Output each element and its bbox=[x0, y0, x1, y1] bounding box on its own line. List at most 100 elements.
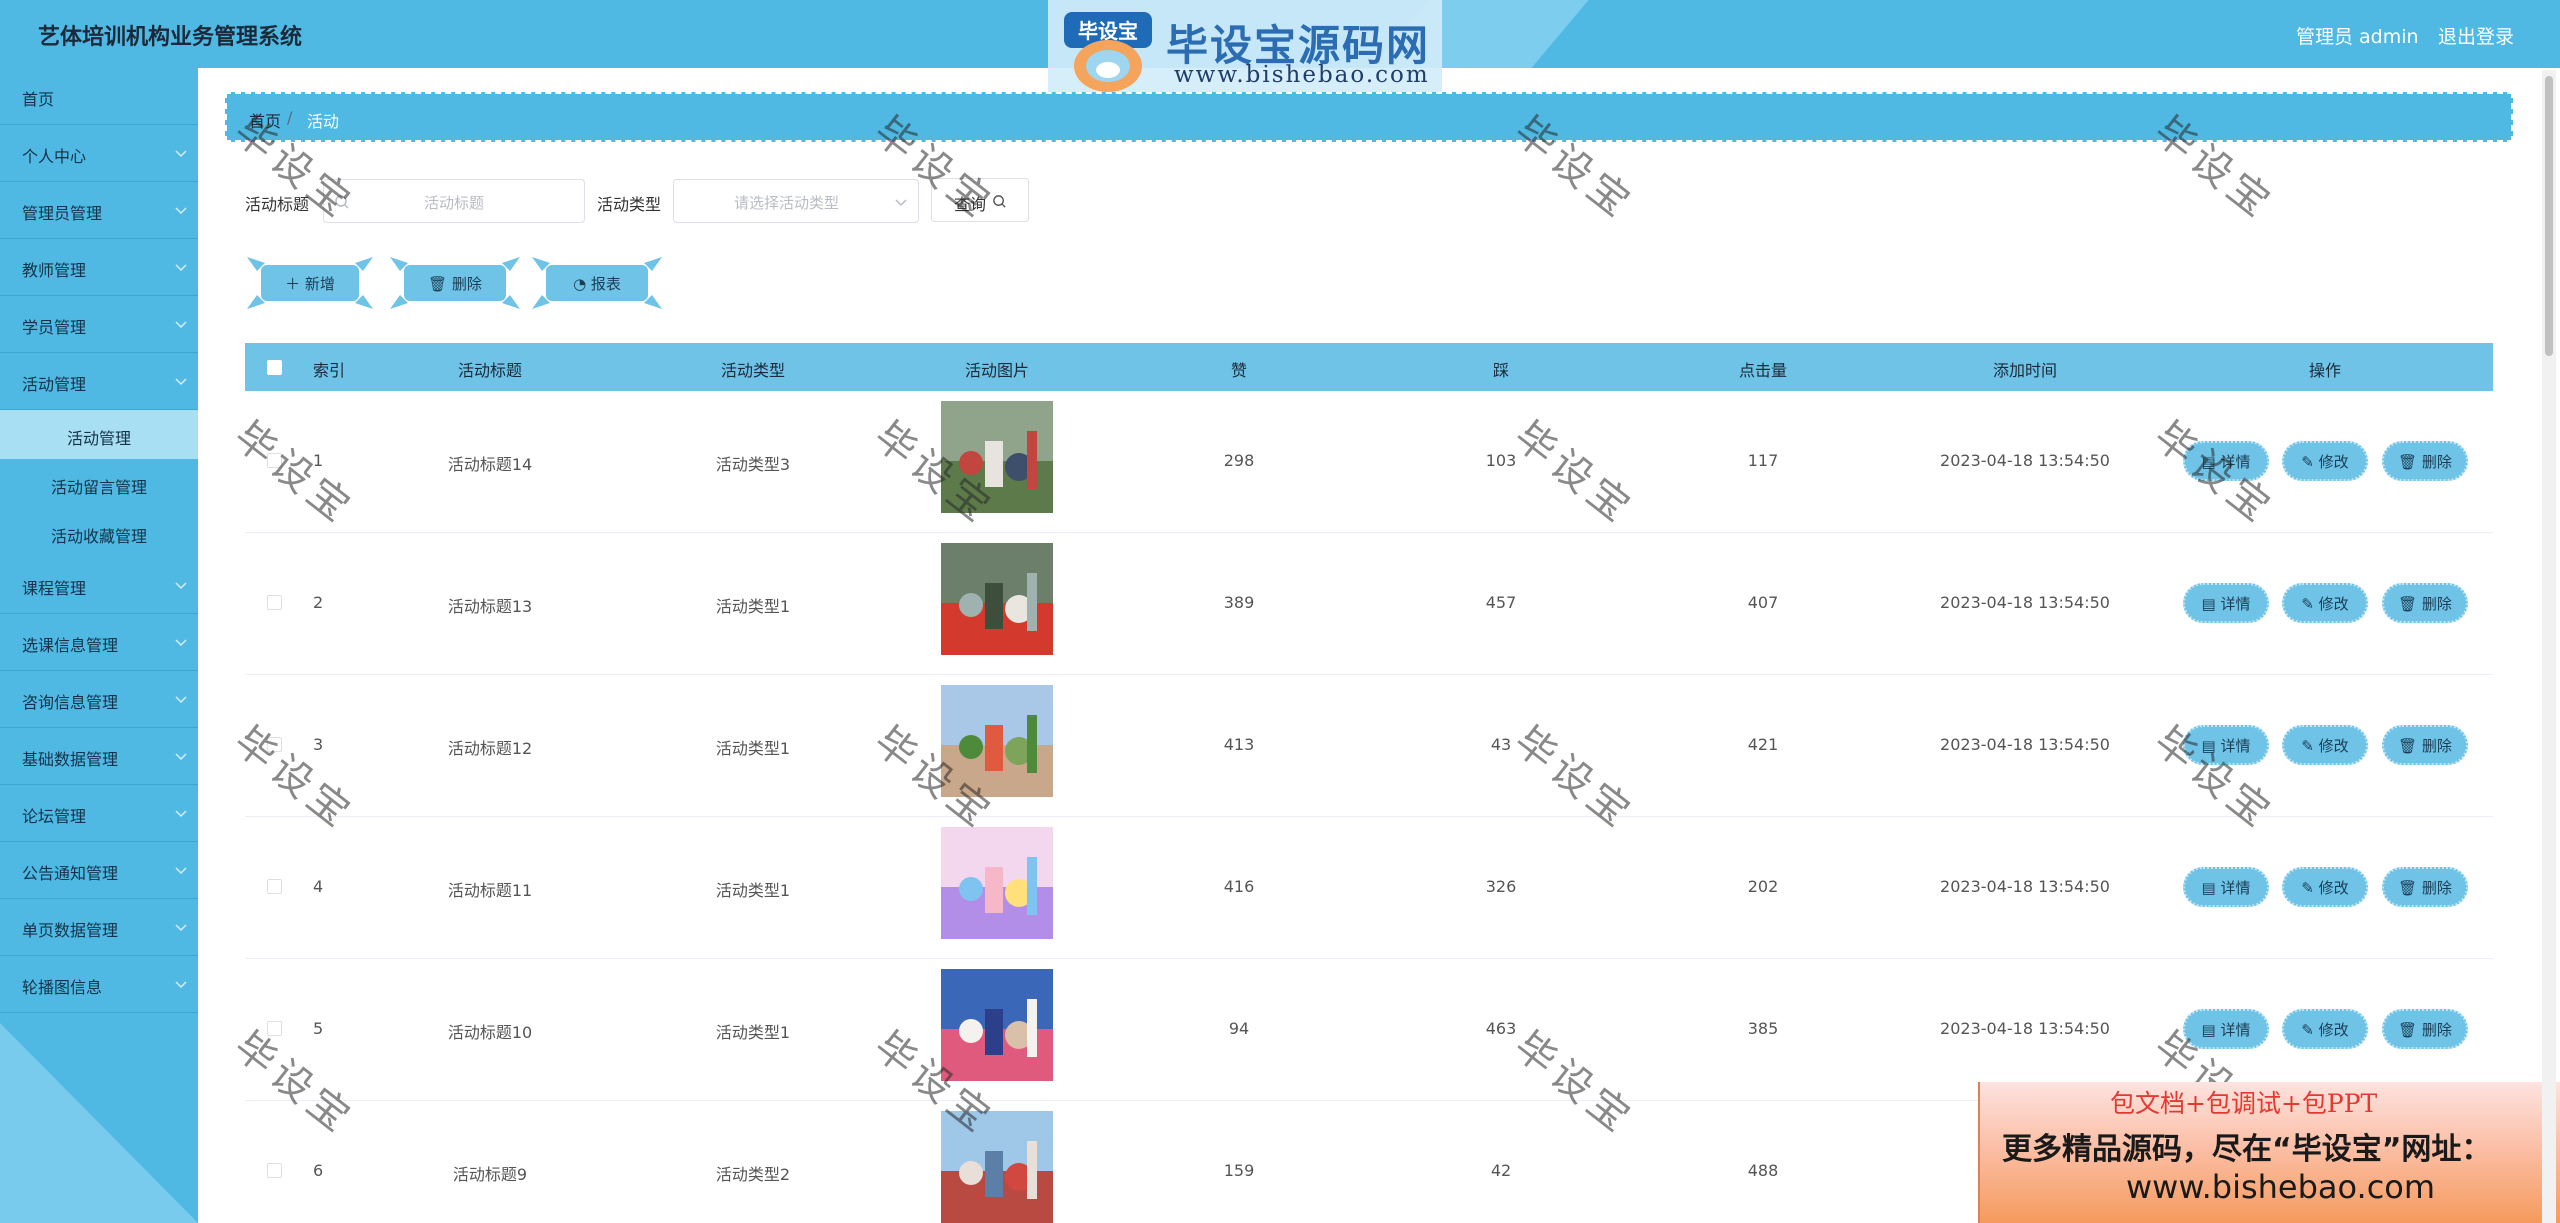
row-checkbox[interactable] bbox=[267, 737, 282, 752]
sidebar-item[interactable]: 咨询信息管理 bbox=[0, 671, 198, 728]
row-checkbox[interactable] bbox=[267, 879, 282, 894]
cell-type: 活动类型1 bbox=[715, 881, 791, 900]
cell-index: 6 bbox=[313, 1161, 324, 1180]
sidebar-item[interactable]: 管理员管理 bbox=[0, 182, 198, 239]
sidebar-subitem-label: 活动收藏管理 bbox=[50, 527, 147, 546]
type-select[interactable]: 请选择活动类型 bbox=[673, 179, 919, 223]
sidebar-item-label: 活动管理 bbox=[22, 375, 87, 394]
cell-type: 活动类型3 bbox=[715, 455, 791, 474]
sidebar-subitem[interactable]: 活动收藏管理 bbox=[0, 508, 198, 557]
th-clicks: 点击量 bbox=[1738, 361, 1788, 380]
sidebar-item-label: 咨询信息管理 bbox=[22, 693, 119, 712]
breadcrumb-home[interactable]: 首页 bbox=[249, 108, 281, 132]
page-scrollbar[interactable] bbox=[2542, 70, 2556, 1223]
sidebar-item[interactable]: 个人中心 bbox=[0, 125, 198, 182]
detail-button[interactable]: ▤ 详情 bbox=[2183, 867, 2269, 907]
sidebar-subitem[interactable]: 活动管理 bbox=[0, 410, 198, 459]
edit-button-label: 修改 bbox=[2318, 595, 2349, 613]
promo-line-1: 包文档+包调试+包PPT bbox=[2110, 1089, 2378, 1118]
sidebar-item[interactable]: 基础数据管理 bbox=[0, 728, 198, 785]
cell-likes: 94 bbox=[1228, 1019, 1250, 1038]
logout-link[interactable]: 退出登录 bbox=[2438, 22, 2514, 49]
sidebar-item[interactable]: 单页数据管理 bbox=[0, 899, 198, 956]
query-button[interactable]: 查询 bbox=[931, 178, 1029, 222]
edit-button[interactable]: ✎ 修改 bbox=[2282, 583, 2368, 623]
cell-title: 活动标题12 bbox=[447, 739, 533, 758]
detail-button[interactable]: ▤ 详情 bbox=[2183, 583, 2269, 623]
detail-button-label: 详情 bbox=[2220, 879, 2251, 897]
detail-button[interactable]: ▤ 详情 bbox=[2183, 441, 2269, 481]
table-header: 索引 活动标题 活动类型 活动图片 赞 踩 点击量 添加时间 操作 bbox=[245, 343, 2493, 391]
report-button[interactable]: ◔ 报表 bbox=[532, 257, 662, 309]
cell-type: 活动类型1 bbox=[715, 1023, 791, 1042]
edit-button[interactable]: ✎ 修改 bbox=[2282, 441, 2368, 481]
row-checkbox[interactable] bbox=[267, 1021, 282, 1036]
cell-title: 活动标题14 bbox=[447, 455, 533, 474]
sidebar-item-label: 首页 bbox=[22, 90, 55, 109]
chevron-down-icon bbox=[175, 753, 187, 761]
row-checkbox[interactable] bbox=[267, 453, 282, 468]
delete-button[interactable]: 🗑 删除 bbox=[2382, 867, 2468, 907]
edit-button[interactable]: ✎ 修改 bbox=[2282, 1009, 2368, 1049]
sidebar-item-label: 单页数据管理 bbox=[22, 921, 119, 940]
cell-dislikes: 42 bbox=[1490, 1161, 1512, 1180]
cell-dislikes: 43 bbox=[1490, 735, 1512, 754]
edit-button-label: 修改 bbox=[2318, 1021, 2349, 1039]
document-icon: ▤ bbox=[2201, 1021, 2221, 1039]
cell-time: 2023-04-18 13:54:50 bbox=[1940, 1019, 2110, 1038]
sidebar-item[interactable]: 课程管理 bbox=[0, 557, 198, 614]
detail-button[interactable]: ▤ 详情 bbox=[2183, 725, 2269, 765]
cell-dislikes: 463 bbox=[1485, 1019, 1517, 1038]
delete-button[interactable]: 🗑 删除 bbox=[2382, 725, 2468, 765]
pencil-icon: ✎ bbox=[2301, 879, 2319, 897]
edit-button[interactable]: ✎ 修改 bbox=[2282, 867, 2368, 907]
batch-delete-label: 删除 bbox=[451, 275, 482, 293]
edit-button[interactable]: ✎ 修改 bbox=[2282, 725, 2368, 765]
th-title: 活动标题 bbox=[457, 361, 523, 380]
sidebar-subitem[interactable]: 活动留言管理 bbox=[0, 459, 198, 508]
edit-button-label: 修改 bbox=[2318, 879, 2349, 897]
sidebar-item[interactable]: 选课信息管理 bbox=[0, 614, 198, 671]
delete-button[interactable]: 🗑 删除 bbox=[2382, 583, 2468, 623]
batch-delete-button[interactable]: 🗑 删除 bbox=[390, 257, 520, 309]
activity-image bbox=[941, 401, 1053, 513]
sidebar-item[interactable]: 首页 bbox=[0, 68, 198, 125]
delete-button[interactable]: 🗑 删除 bbox=[2382, 441, 2468, 481]
sidebar-item[interactable]: 公告通知管理 bbox=[0, 842, 198, 899]
logo-url: www.bishebao.com bbox=[1174, 62, 1430, 88]
sidebar-item[interactable]: 轮播图信息 bbox=[0, 956, 198, 1013]
sidebar-item[interactable]: 论坛管理 bbox=[0, 785, 198, 842]
promo-banner: 包文档+包调试+包PPT 更多精品源码，尽在“毕设宝”网址： www.bishe… bbox=[1978, 1082, 2560, 1223]
cell-time: 2023-04-18 13:54:50 bbox=[1940, 735, 2110, 754]
sidebar-item-label: 教师管理 bbox=[22, 261, 87, 280]
detail-button-label: 详情 bbox=[2220, 1021, 2251, 1039]
title-search-input[interactable]: 活动标题 bbox=[323, 179, 585, 223]
logo-badge-icon: 毕设宝 bbox=[1064, 12, 1152, 92]
title-search-label: 活动标题 bbox=[245, 195, 310, 214]
th-image: 活动图片 bbox=[964, 361, 1030, 380]
sidebar-item[interactable]: 学员管理 bbox=[0, 296, 198, 353]
cell-type: 活动类型1 bbox=[715, 739, 791, 758]
promo-url: www.bishebao.com bbox=[2126, 1168, 2436, 1206]
scrollbar-thumb[interactable] bbox=[2545, 76, 2553, 356]
sidebar-item[interactable]: 活动管理 bbox=[0, 353, 198, 410]
detail-button-label: 详情 bbox=[2220, 595, 2251, 613]
row-checkbox[interactable] bbox=[267, 595, 282, 610]
sidebar-item[interactable]: 教师管理 bbox=[0, 239, 198, 296]
chevron-down-icon bbox=[175, 264, 187, 272]
detail-button[interactable]: ▤ 详情 bbox=[2183, 1009, 2269, 1049]
delete-button[interactable]: 🗑 删除 bbox=[2382, 1009, 2468, 1049]
sidebar-item-label: 管理员管理 bbox=[22, 204, 103, 223]
add-button[interactable]: ＋ 新增 bbox=[247, 257, 373, 309]
cell-time: 2023-04-18 13:54:50 bbox=[1940, 593, 2110, 612]
row-checkbox[interactable] bbox=[267, 1163, 282, 1178]
app-title: 艺体培训机构业务管理系统 bbox=[38, 25, 303, 50]
table-row: 2 活动标题13 活动类型1 389 457 407 2023-04-18 13:54:50… bbox=[245, 533, 2493, 675]
select-all-checkbox[interactable] bbox=[267, 360, 282, 375]
cell-likes: 416 bbox=[1223, 877, 1255, 896]
activity-image bbox=[941, 969, 1053, 1081]
type-search-label: 活动类型 bbox=[597, 195, 662, 214]
sidebar-item-label: 公告通知管理 bbox=[22, 864, 119, 883]
cell-clicks: 117 bbox=[1747, 451, 1779, 470]
promo-line-2: 更多精品源码，尽在“毕设宝”网址： bbox=[2002, 1132, 2492, 1167]
